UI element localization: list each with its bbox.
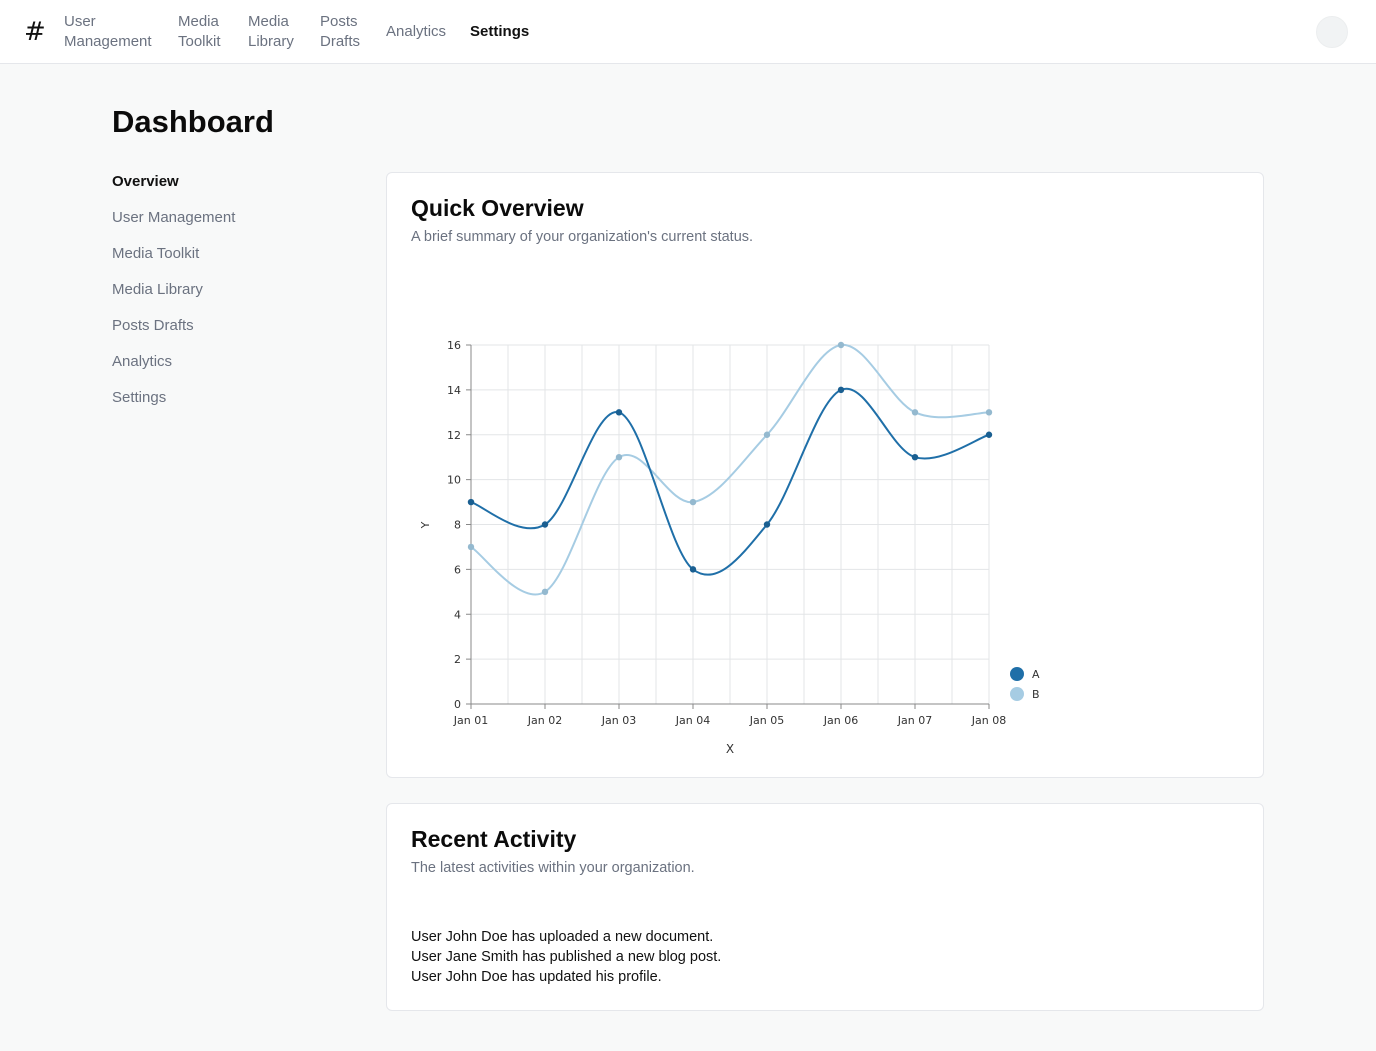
y-tick-label: 12 — [447, 429, 461, 442]
data-point-a — [911, 453, 919, 461]
sidebar-item-media-toolkit[interactable]: Media Toolkit — [112, 244, 235, 280]
chart-grid — [470, 344, 990, 705]
x-tick-label: Jan 04 — [675, 714, 710, 727]
data-point-b — [689, 498, 697, 506]
data-point-b — [467, 543, 475, 551]
top-navbar: # User Management Media Toolkit Media Li… — [0, 0, 1376, 64]
legend-label-b: B — [1032, 688, 1040, 701]
nav-media-library[interactable]: Media Library — [248, 12, 296, 52]
x-tick-label: Jan 08 — [971, 714, 1006, 727]
line-chart: 0 2 4 6 8 10 12 14 16 Jan 01 Jan 02 Jan 03 Jan 04 Jan… — [419, 339, 1040, 756]
data-point-a — [763, 521, 771, 528]
y-tick-label: 2 — [454, 653, 461, 666]
sidebar-item-settings[interactable]: Settings — [112, 388, 235, 424]
data-point-a — [467, 498, 475, 506]
sidebar-item-overview[interactable]: Overview — [112, 172, 235, 208]
legend-swatch-b — [1010, 687, 1024, 701]
card-subtitle: The latest activities within your organi… — [411, 860, 695, 876]
sidebar: Overview User Management Media Toolkit M… — [112, 172, 235, 424]
data-point-b — [985, 409, 993, 416]
chart-axes: 0 2 4 6 8 10 12 14 16 Jan 01 Jan 02 Jan 03 Jan 04 Jan… — [447, 339, 1006, 727]
x-tick-label: Jan 01 — [453, 714, 488, 727]
x-tick-label: Jan 07 — [897, 714, 932, 727]
nav-settings[interactable]: Settings — [470, 22, 529, 42]
nav-analytics[interactable]: Analytics — [386, 22, 446, 42]
x-tick-label: Jan 02 — [527, 714, 562, 727]
recent-activity-card: Recent Activity The latest activities wi… — [386, 803, 1264, 1011]
data-point-a — [541, 521, 549, 528]
nav-user-management[interactable]: User Management — [64, 12, 154, 52]
page-title: Dashboard — [112, 104, 274, 139]
x-tick-label: Jan 05 — [749, 714, 784, 727]
sidebar-item-posts-drafts[interactable]: Posts Drafts — [112, 316, 235, 352]
x-axis-label: X — [726, 742, 734, 756]
y-tick-label: 4 — [454, 608, 461, 621]
legend-label-a: A — [1032, 668, 1040, 681]
y-tick-label: 14 — [447, 384, 461, 397]
quick-overview-card: Quick Overview A brief summary of your o… — [386, 172, 1264, 778]
data-point-b — [763, 431, 771, 438]
nav-posts-drafts[interactable]: Posts Drafts — [320, 12, 362, 52]
data-point-a — [615, 409, 623, 416]
legend-swatch-a — [1010, 667, 1024, 681]
y-axis-label: Y — [419, 521, 432, 529]
hash-logo-icon[interactable]: # — [24, 19, 48, 45]
y-tick-label: 0 — [454, 698, 461, 711]
x-tick-label: Jan 06 — [823, 714, 858, 727]
activity-item: User John Doe has updated his profile. — [411, 969, 662, 985]
sidebar-item-user-management[interactable]: User Management — [112, 208, 235, 244]
y-tick-label: 8 — [454, 519, 461, 532]
y-tick-label: 10 — [447, 474, 461, 487]
x-tick-label: Jan 03 — [601, 714, 636, 727]
data-point-b — [837, 341, 845, 349]
top-nav: User Management Media Toolkit Media Libr… — [64, 0, 529, 64]
sidebar-item-analytics[interactable]: Analytics — [112, 352, 235, 388]
data-point-a — [689, 566, 697, 573]
card-title: Recent Activity — [411, 826, 577, 852]
nav-media-toolkit[interactable]: Media Toolkit — [178, 12, 224, 52]
data-point-a — [985, 431, 993, 438]
data-point-b — [615, 453, 623, 461]
chart-legend: AB — [1010, 667, 1040, 701]
activity-item: User Jane Smith has published a new blog… — [411, 949, 722, 965]
activity-list: User John Doe has uploaded a new documen… — [411, 927, 721, 987]
activity-item: User John Doe has uploaded a new documen… — [411, 929, 714, 945]
data-point-b — [911, 409, 919, 416]
sidebar-item-media-library[interactable]: Media Library — [112, 280, 235, 316]
y-tick-label: 16 — [447, 339, 461, 352]
avatar[interactable] — [1316, 16, 1348, 48]
data-point-a — [837, 386, 845, 394]
y-tick-label: 6 — [454, 563, 461, 576]
data-point-b — [541, 588, 549, 596]
